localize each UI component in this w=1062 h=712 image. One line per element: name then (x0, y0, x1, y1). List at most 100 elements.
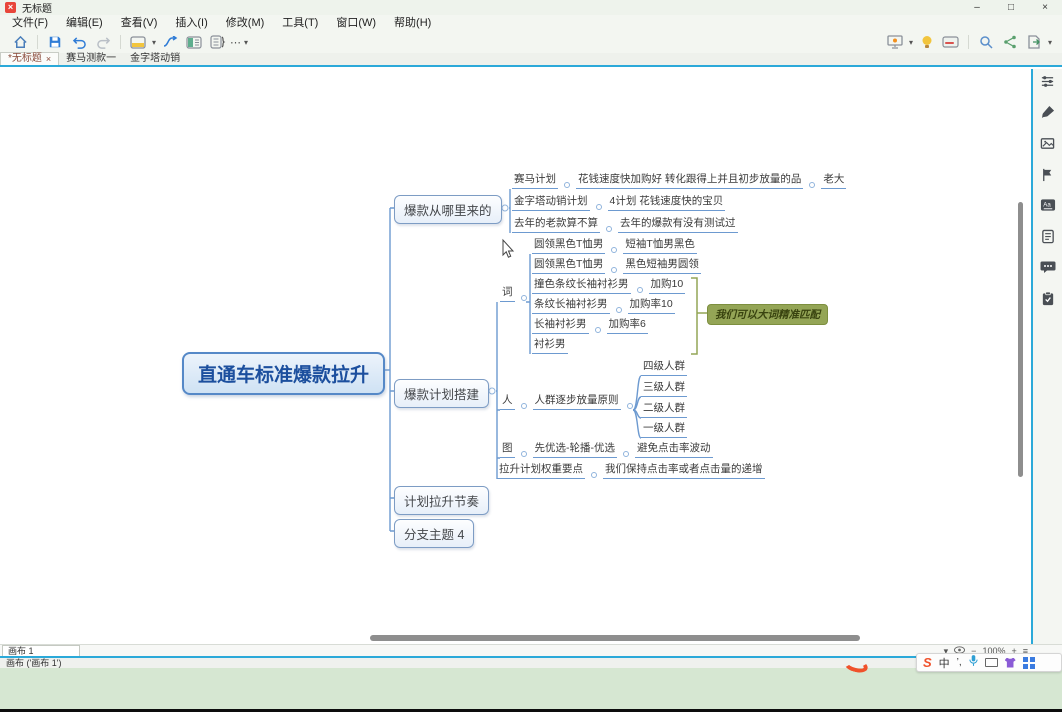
branch-topic-4[interactable]: 分支主题 4 (394, 519, 474, 548)
collapse-dot[interactable] (616, 307, 622, 313)
map-row[interactable]: 去年的老款算不算 去年的爆款有没有测试过 (512, 217, 738, 233)
share-icon[interactable] (1000, 33, 1020, 51)
summary-icon[interactable] (184, 33, 204, 51)
collapse-dot[interactable] (637, 287, 643, 293)
minimize-button[interactable]: – (960, 0, 994, 15)
map-row[interactable]: 衬衫男 (532, 338, 568, 354)
keyboard-icon[interactable] (985, 658, 998, 667)
collapse-dot[interactable] (606, 226, 612, 232)
theme-style-icon[interactable] (128, 33, 148, 51)
brace-icon[interactable] (208, 33, 228, 51)
menu-file[interactable]: 文件(F) (3, 15, 57, 31)
undo-icon[interactable] (69, 33, 89, 51)
topic-text: 长袖衬衫男 (532, 317, 589, 334)
close-button[interactable]: × (1028, 0, 1062, 15)
map-row-image[interactable]: 图 先优选-轮播-优选 避免点击率波动 (500, 442, 713, 458)
menu-window[interactable]: 窗口(W) (327, 15, 385, 31)
mindmap-canvas[interactable]: 直通车标准爆款拉升 爆款从哪里来的 爆款计划搭建 计划拉升节奏 分支主题 4 赛… (0, 69, 1031, 644)
menu-tools[interactable]: 工具(T) (273, 15, 327, 31)
home-icon[interactable] (10, 33, 30, 51)
voice-input-icon[interactable] (969, 654, 978, 672)
collapse-dot[interactable] (521, 295, 527, 301)
format-brush-icon[interactable] (1040, 104, 1056, 120)
presentation-caret-icon[interactable]: ▾ (909, 38, 913, 47)
topic-text: 词 (500, 285, 515, 302)
map-row[interactable]: 二级人群 (641, 402, 687, 418)
menu-help[interactable]: 帮助(H) (385, 15, 440, 31)
image-icon[interactable] (1040, 135, 1056, 151)
maximize-button[interactable]: □ (994, 0, 1028, 15)
collapse-dot[interactable] (809, 182, 815, 188)
vertical-scrollbar[interactable] (1018, 202, 1023, 477)
sticker-text-icon[interactable]: Aa (1040, 197, 1056, 213)
map-row-weight[interactable]: 拉升计划权重要点 我们保持点击率或者点击量的递增 (497, 463, 765, 479)
topic-text: 图 (500, 441, 515, 458)
map-row[interactable]: 长袖衬衫男 加购率6 (532, 318, 648, 334)
export-caret-icon[interactable]: ▾ (1048, 38, 1052, 47)
summary-callout[interactable]: 我们可以大词精准匹配 (707, 304, 828, 325)
branch-topic-plan[interactable]: 爆款计划搭建 (394, 379, 489, 408)
collapse-dot[interactable] (591, 472, 597, 478)
tab-close-icon[interactable]: × (46, 53, 51, 65)
map-row[interactable]: 四级人群 (641, 360, 687, 376)
more-caret-icon[interactable]: ▾ (244, 38, 248, 47)
taskbar: 1 26°C 大部晴朗 搜索 M (0, 668, 1062, 712)
punctuation-mode[interactable]: ’, (957, 657, 962, 668)
topic-text: 二级人群 (641, 401, 687, 418)
more-tools-icon[interactable]: ⋯ (230, 36, 242, 49)
collapse-dot[interactable] (611, 247, 617, 253)
document-tab-bar: *无标题 × 赛马测款一 金字塔动销 (0, 53, 1062, 67)
notes-icon[interactable] (1040, 228, 1056, 244)
slideshow-banner-icon[interactable] (941, 33, 961, 51)
theme-caret-icon[interactable]: ▾ (152, 38, 156, 47)
presentation-icon[interactable] (885, 33, 905, 51)
menu-modify[interactable]: 修改(M) (217, 15, 274, 31)
input-mode-chinese[interactable]: 中 (939, 655, 950, 671)
map-row[interactable]: 赛马计划 花钱速度快加购好 转化跟得上并且初步放量的品 老大 (512, 173, 846, 189)
collapse-dot[interactable] (595, 327, 601, 333)
map-row-word[interactable]: 词 (500, 286, 533, 302)
horizontal-scrollbar[interactable] (370, 635, 860, 641)
branch-topic-source[interactable]: 爆款从哪里来的 (394, 195, 502, 224)
map-row[interactable]: 金字塔动销计划 4计划 花钱速度快的宝贝 (512, 195, 725, 211)
menu-edit[interactable]: 编辑(E) (57, 15, 112, 31)
map-row[interactable]: 一级人群 (641, 422, 687, 438)
map-row-people[interactable]: 人 人群逐步放量原则 (500, 394, 639, 410)
redo-icon[interactable] (93, 33, 113, 51)
sheet-bar: 画布 1 ▾ − 100% + ≡ (0, 644, 1062, 656)
collapse-dot[interactable] (623, 451, 629, 457)
menu-view[interactable]: 查看(V) (112, 15, 167, 31)
map-row[interactable]: 撞色条纹长袖衬衫男 加购10 (532, 278, 685, 294)
idea-bulb-icon[interactable] (917, 33, 937, 51)
toolbox-icon[interactable] (1023, 657, 1028, 662)
save-icon[interactable] (45, 33, 65, 51)
collapse-dot[interactable] (596, 204, 602, 210)
outline-settings-icon[interactable] (1040, 73, 1056, 89)
relationship-icon[interactable] (160, 33, 180, 51)
collapse-dot[interactable] (521, 451, 527, 457)
sogou-input-bar[interactable]: S 中 ’, (916, 653, 1062, 672)
menu-insert[interactable]: 插入(I) (166, 15, 216, 31)
skin-icon[interactable] (1005, 658, 1016, 668)
search-icon[interactable] (976, 33, 996, 51)
tab-saima[interactable]: 赛马测款一 (59, 53, 123, 65)
root-topic[interactable]: 直通车标准爆款拉升 (182, 352, 385, 395)
map-row[interactable]: 三级人群 (641, 381, 687, 397)
collapse-dot[interactable] (627, 403, 633, 409)
task-clipboard-icon[interactable] (1040, 290, 1056, 306)
marker-flag-icon[interactable] (1040, 166, 1056, 182)
branch-topic-rhythm[interactable]: 计划拉升节奏 (394, 486, 489, 515)
map-row[interactable]: 圆领黑色T恤男 黑色短袖男圆领 (532, 258, 701, 274)
export-icon[interactable] (1024, 33, 1044, 51)
topic-text: 黑色短袖男圆领 (623, 257, 701, 274)
map-row[interactable]: 圆领黑色T恤男 短袖T恤男黑色 (532, 238, 697, 254)
collapse-dot[interactable] (521, 403, 527, 409)
comment-icon[interactable] (1040, 259, 1056, 275)
tab-jinzita[interactable]: 金字塔动销 (123, 53, 187, 65)
collapse-dot[interactable] (611, 267, 617, 273)
sogou-logo-icon[interactable]: S (923, 655, 932, 670)
status-text: 画布 ('画布 1') (6, 658, 61, 668)
tab-untitled[interactable]: *无标题 × (0, 52, 59, 65)
collapse-dot[interactable] (564, 182, 570, 188)
map-row[interactable]: 条纹长袖衬衫男 加购率10 (532, 298, 675, 314)
